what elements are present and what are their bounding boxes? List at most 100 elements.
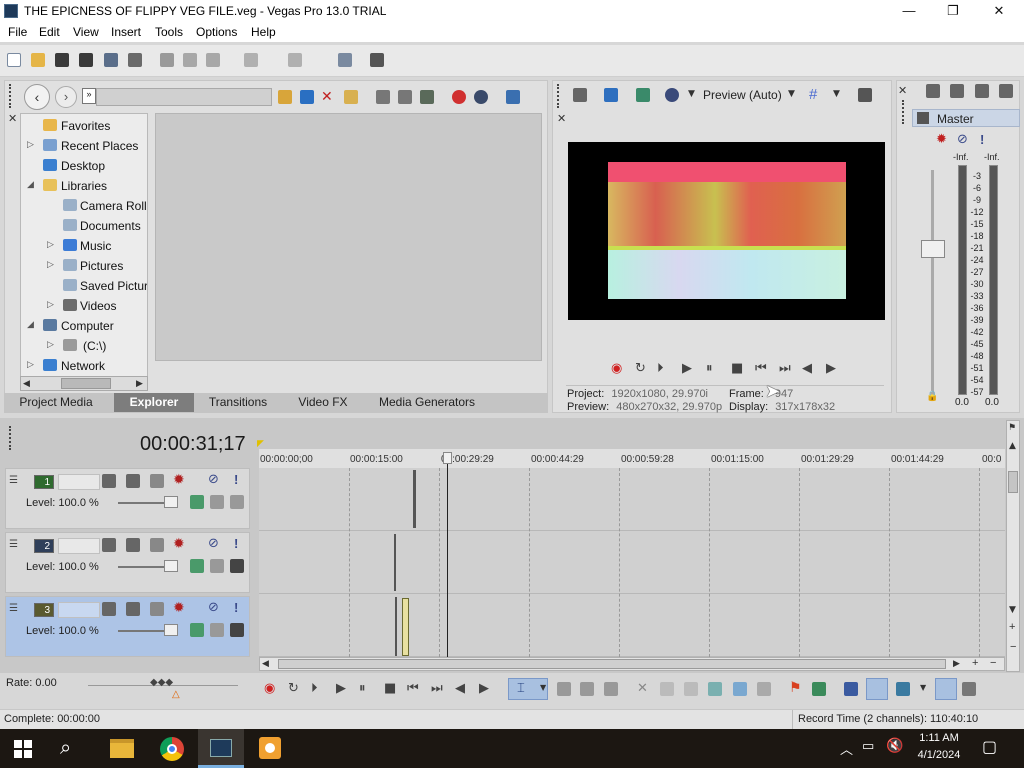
- playhead-cursor[interactable]: [447, 454, 448, 657]
- next-frame-icon[interactable]: ▶: [826, 361, 836, 376]
- get-media-icon[interactable]: [452, 90, 466, 104]
- mute-icon[interactable]: ⊘: [208, 536, 219, 551]
- collapse-arrow-icon[interactable]: ◢: [27, 319, 34, 330]
- track-minimize-icon[interactable]: ☰: [9, 539, 18, 550]
- record-icon[interactable]: ◉: [611, 361, 622, 376]
- forward-button[interactable]: ›: [55, 86, 77, 108]
- paste-icon[interactable]: [206, 53, 220, 67]
- track-lane-3[interactable]: [259, 594, 1005, 657]
- tree-item-videos[interactable]: ▷ Videos: [21, 296, 147, 316]
- tree-item-libraries[interactable]: ◢ Libraries: [21, 176, 147, 196]
- chevron-down-icon[interactable]: ▼: [540, 683, 546, 692]
- scroll-right-icon[interactable]: ▶: [136, 378, 143, 389]
- mute-icon[interactable]: ⊘: [208, 600, 219, 615]
- tree-item-desktop[interactable]: Desktop: [21, 156, 147, 176]
- go-to-start-icon[interactable]: ⏮: [755, 361, 767, 376]
- show-hidden-icons-icon[interactable]: ︿: [840, 739, 853, 758]
- tab-transitions[interactable]: Transitions: [200, 393, 276, 412]
- zoom-in-icon[interactable]: +: [1009, 621, 1015, 633]
- taskbar-date[interactable]: 4/1/2024: [905, 749, 973, 761]
- zoom-tool-icon[interactable]: [604, 682, 618, 696]
- split-icon[interactable]: [733, 682, 747, 696]
- insert-marker-icon[interactable]: ⚑: [789, 680, 802, 696]
- chrome-icon[interactable]: [160, 737, 184, 761]
- copy-snapshot-icon[interactable]: [858, 88, 872, 102]
- maximize-button[interactable]: ❐: [930, 0, 976, 23]
- mixer-close-icon[interactable]: ✕: [898, 84, 907, 97]
- menu-options[interactable]: Options: [196, 25, 237, 39]
- playhead-handle[interactable]: [443, 452, 452, 464]
- media-event-clip-selected[interactable]: [402, 598, 409, 656]
- save-as-icon[interactable]: [79, 53, 93, 67]
- chevron-down-icon[interactable]: ▼: [920, 683, 926, 692]
- go-to-end-icon[interactable]: ⏭: [431, 681, 443, 696]
- redo-icon[interactable]: [288, 53, 302, 67]
- back-button[interactable]: ‹: [24, 84, 50, 110]
- timeline-horizontal-scrollbar[interactable]: ◀ ▶ + −: [259, 657, 1005, 671]
- file-explorer-icon[interactable]: [110, 739, 134, 758]
- master-fx-icon[interactable]: ✹: [936, 132, 947, 147]
- stop-preview-icon[interactable]: [398, 90, 412, 104]
- solo-icon[interactable]: !: [234, 536, 238, 551]
- menu-help[interactable]: Help: [251, 25, 276, 39]
- track-lane-2[interactable]: [259, 531, 1005, 594]
- preview-grip[interactable]: [557, 84, 560, 108]
- tree-item-camera-roll[interactable]: Camera Roll: [21, 196, 147, 216]
- tab-explorer[interactable]: Explorer: [114, 393, 194, 412]
- project-video-properties-icon[interactable]: [573, 88, 587, 102]
- previous-frame-icon[interactable]: ◀: [455, 681, 465, 696]
- track-fx-icon[interactable]: ✹: [173, 472, 185, 488]
- marker-flag-icon[interactable]: ⚑: [1008, 423, 1016, 433]
- previous-frame-icon[interactable]: ◀: [802, 361, 812, 376]
- lock-icon[interactable]: 🔒: [926, 391, 938, 402]
- pause-icon[interactable]: ⏸: [706, 361, 713, 376]
- expand-arrow-icon[interactable]: ▷: [27, 359, 34, 370]
- scroll-left-icon[interactable]: ◀: [23, 378, 30, 389]
- chevron-down-icon[interactable]: ▼: [788, 89, 795, 99]
- new-icon[interactable]: [7, 53, 21, 67]
- vegas-taskbar-button[interactable]: [198, 729, 244, 768]
- level-slider-handle[interactable]: [164, 496, 178, 508]
- rate-slider-handle[interactable]: ◆◆◆: [150, 677, 173, 688]
- start-preview-icon[interactable]: [376, 90, 390, 104]
- insert-region-icon[interactable]: [812, 682, 826, 696]
- expand-arrow-icon[interactable]: ▷: [47, 259, 54, 270]
- mixer-properties-icon[interactable]: [999, 84, 1013, 98]
- volume-muted-icon[interactable]: 🔇: [886, 738, 903, 754]
- minimize-button[interactable]: —: [886, 0, 932, 23]
- chevron-down-icon[interactable]: ▼: [833, 89, 840, 99]
- go-to-start-icon[interactable]: ⏮: [407, 681, 419, 696]
- views-icon[interactable]: [506, 90, 520, 104]
- bypass-motion-blur-icon[interactable]: [210, 495, 224, 509]
- compositing-mode-icon[interactable]: [102, 538, 116, 552]
- media-event-clip[interactable]: [394, 534, 396, 591]
- windows-start-icon[interactable]: [14, 740, 32, 758]
- loop-icon[interactable]: ↻: [635, 361, 646, 376]
- make-compositing-parent-icon[interactable]: [230, 623, 244, 637]
- media-event-clip[interactable]: [413, 470, 416, 528]
- network-icon[interactable]: ▭: [862, 739, 874, 754]
- copy-icon[interactable]: [183, 53, 197, 67]
- track-name-field[interactable]: [58, 602, 100, 618]
- expand-arrow-icon[interactable]: ▷: [47, 299, 54, 310]
- auto-preview-icon[interactable]: [420, 90, 434, 104]
- selection-tool-icon[interactable]: [580, 682, 594, 696]
- render-icon[interactable]: [104, 53, 118, 67]
- properties-icon[interactable]: [128, 53, 142, 67]
- external-monitor-icon[interactable]: [604, 88, 618, 102]
- notifications-icon[interactable]: ▢: [982, 737, 997, 756]
- search-icon[interactable]: [474, 90, 488, 104]
- scroll-thumb[interactable]: [278, 659, 946, 669]
- record-icon[interactable]: ◉: [264, 681, 275, 696]
- level-slider-handle[interactable]: [164, 560, 178, 572]
- tab-media-generators[interactable]: Media Generators: [372, 393, 482, 412]
- bypass-motion-blur-icon[interactable]: [210, 623, 224, 637]
- trim-end-icon[interactable]: [708, 682, 722, 696]
- enable-snapping-icon[interactable]: [896, 682, 910, 696]
- history-dropdown-icon[interactable]: »: [82, 88, 96, 104]
- taskbar-time[interactable]: 1:11 AM: [905, 732, 973, 744]
- save-icon[interactable]: [55, 53, 69, 67]
- new-folder-icon[interactable]: [344, 90, 358, 104]
- menu-tools[interactable]: Tools: [155, 25, 183, 39]
- cut-icon[interactable]: [160, 53, 174, 67]
